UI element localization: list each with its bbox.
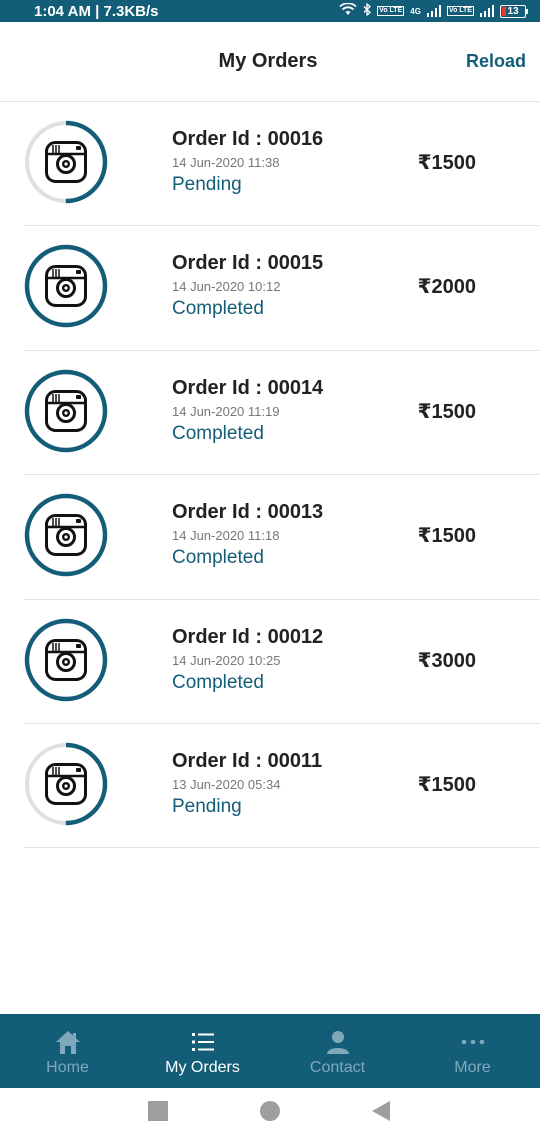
- order-status-ring: [24, 618, 108, 701]
- recent-apps-button[interactable]: [148, 1101, 168, 1121]
- battery-level: 13: [507, 5, 519, 17]
- camera-icon: [45, 389, 87, 432]
- order-row[interactable]: Order Id : 00013 14 Jun-2020 11:18 Complet…: [24, 475, 540, 600]
- bluetooth-icon: [363, 2, 372, 19]
- list-icon: [189, 1027, 217, 1057]
- order-date: 14 Jun-2020 11:19: [172, 403, 280, 419]
- nav-item-contact[interactable]: Contact: [270, 1014, 405, 1088]
- order-status-ring: [24, 120, 108, 204]
- order-info: Order Id : 00013 14 Jun-2020 11:18 Complet…: [172, 499, 323, 570]
- order-status: Completed: [172, 547, 264, 569]
- order-row[interactable]: Order Id : 00011 13 Jun-2020 05:34 Pending…: [24, 724, 540, 849]
- app-header: My Orders Reload: [0, 22, 540, 102]
- camera-icon: [45, 762, 87, 805]
- wifi-icon: [339, 2, 357, 19]
- order-list: Order Id : 00016 14 Jun-2020 11:38 Pending…: [24, 102, 540, 849]
- status-left: 1:04 AM | 7.3KB/s: [34, 3, 159, 20]
- nav-item-label: Contact: [309, 1059, 366, 1076]
- more-dots-icon: [459, 1027, 487, 1057]
- order-date: 13 Jun-2020 05:34: [172, 776, 281, 792]
- home-icon: [54, 1027, 82, 1057]
- order-status: Completed: [172, 298, 264, 320]
- order-info: Order Id : 00015 14 Jun-2020 10:12 Complet…: [172, 250, 323, 321]
- order-amount: ₹1500: [417, 400, 476, 423]
- order-date: 14 Jun-2020 10:25: [172, 652, 281, 668]
- order-amount: ₹1500: [417, 152, 476, 174]
- order-date: 14 Jun-2020 10:12: [172, 279, 281, 295]
- person-icon: [324, 1027, 352, 1057]
- battery-body: 13: [500, 4, 526, 18]
- system-nav-bar: [0, 1088, 540, 1137]
- camera-icon: [45, 141, 87, 183]
- order-info: Order Id : 00012 14 Jun-2020 10:25 Complet…: [172, 624, 323, 695]
- battery-tip: [526, 8, 528, 14]
- signal-icon-2: [480, 5, 494, 17]
- order-status: Completed: [172, 671, 264, 693]
- order-id: Order Id : 00012: [172, 625, 324, 648]
- order-row[interactable]: Order Id : 00015 14 Jun-2020 10:12 Complet…: [24, 226, 540, 351]
- order-id: Order Id : 00014: [172, 376, 324, 399]
- home-system-button[interactable]: [260, 1101, 280, 1121]
- order-info: Order Id : 00016 14 Jun-2020 11:38 Pending: [172, 126, 323, 197]
- nav-item-more[interactable]: More: [405, 1014, 540, 1088]
- order-id: Order Id : 00015: [172, 252, 324, 275]
- camera-icon: [45, 638, 87, 681]
- back-button[interactable]: [372, 1101, 390, 1121]
- status-bar: 1:04 AM | 7.3KB/s Vo LTE 4G Vo LTE 13: [0, 0, 540, 22]
- order-amount: ₹2000: [417, 276, 476, 299]
- order-status: Pending: [172, 795, 242, 817]
- order-row[interactable]: Order Id : 00014 14 Jun-2020 11:19 Complet…: [24, 351, 540, 476]
- page-title: My Orders: [218, 50, 318, 72]
- order-status: Pending: [172, 174, 242, 195]
- battery-icon: 13: [500, 4, 528, 18]
- order-amount: ₹3000: [417, 649, 476, 672]
- camera-icon: [45, 514, 87, 557]
- bottom-nav: Home My Orders Contact More: [0, 1014, 540, 1088]
- order-id: Order Id : 00013: [172, 501, 324, 524]
- order-info: Order Id : 00014 14 Jun-2020 11:19 Complet…: [172, 375, 323, 446]
- reload-button[interactable]: Reload: [466, 51, 526, 72]
- status-icons: Vo LTE 4G Vo LTE 13: [339, 2, 528, 19]
- camera-icon: [45, 265, 87, 308]
- order-amount: ₹1500: [417, 773, 476, 796]
- nav-item-home[interactable]: Home: [0, 1014, 135, 1088]
- order-row[interactable]: Order Id : 00012 14 Jun-2020 10:25 Complet…: [24, 600, 540, 724]
- volte-badge: Vo LTE: [377, 6, 405, 16]
- order-status-ring: [24, 493, 108, 577]
- order-info: Order Id : 00011 13 Jun-2020 05:34 Pending: [172, 748, 322, 819]
- order-status-ring: [24, 245, 108, 328]
- order-row[interactable]: Order Id : 00016 14 Jun-2020 11:38 Pending…: [24, 102, 540, 227]
- network-type-label: 4G: [410, 6, 421, 16]
- order-status-ring: [24, 742, 108, 826]
- order-id: Order Id : 00011: [172, 749, 323, 772]
- nav-item-label: My Orders: [165, 1059, 240, 1076]
- order-amount: ₹1500: [417, 525, 476, 548]
- battery-fill: [502, 6, 506, 16]
- order-date: 14 Jun-2020 11:18: [172, 528, 280, 544]
- order-status: Completed: [172, 422, 264, 444]
- order-date: 14 Jun-2020 11:38: [172, 155, 280, 170]
- signal-icon: [426, 5, 441, 17]
- status-time-speed: 1:04 AM | 7.3KB/s: [34, 2, 159, 20]
- nav-item-label: Home: [46, 1059, 89, 1076]
- order-id: Order Id : 00016: [172, 128, 324, 150]
- volte-badge-2: Vo LTE: [446, 6, 474, 16]
- order-status-ring: [24, 369, 108, 453]
- nav-item-my-orders[interactable]: My Orders: [135, 1014, 270, 1088]
- nav-item-label: More: [454, 1059, 491, 1076]
